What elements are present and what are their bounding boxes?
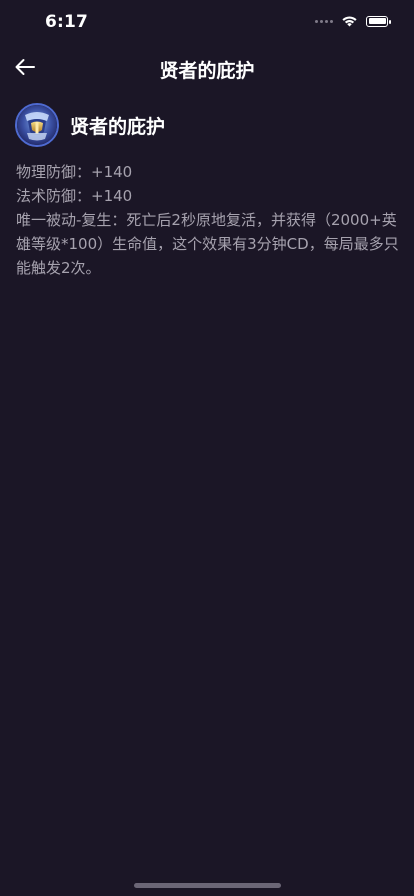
item-name: 贤者的庇护 (70, 115, 166, 138)
stat-physical-defense: 物理防御：+140 (16, 163, 133, 181)
nav-bar: 贤者的庇护 (0, 44, 414, 90)
item-stats: 物理防御：+140 法术防御：+140 唯一被动-复生：死亡后2秒原地复活，并获… (16, 160, 400, 280)
status-time: 6:17 (45, 12, 89, 32)
page-title: 贤者的庇护 (159, 60, 255, 82)
status-icons (315, 15, 391, 27)
home-indicator[interactable] (134, 883, 281, 888)
status-bar: 6:17 (0, 0, 414, 44)
signal-icon (315, 19, 333, 23)
stat-passive-revive: 唯一被动-复生：死亡后2秒原地复活，并获得（2000+英雄等级*100）生命值，… (16, 211, 399, 277)
item-header: 贤者的庇护 (15, 103, 165, 147)
stat-magic-defense: 法术防御：+140 (16, 187, 133, 205)
item-icon (15, 103, 59, 147)
battery-icon (366, 15, 391, 27)
wifi-icon (342, 16, 357, 27)
